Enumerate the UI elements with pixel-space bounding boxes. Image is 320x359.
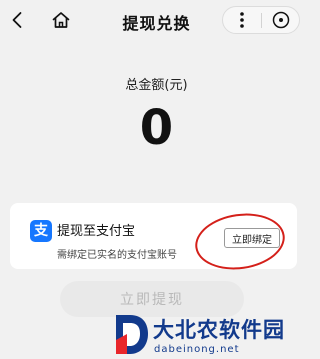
top-navigation-bar: 提现兑换: [0, 0, 313, 42]
mini-program-capsule: [222, 6, 300, 34]
alipay-logo-char: 支: [34, 223, 48, 239]
close-circle-icon: [272, 11, 290, 29]
total-amount-label: 总金额(元): [125, 78, 188, 93]
watermark-site-url: dabeinong.net: [154, 344, 240, 355]
site-watermark: 大北农软件园 dabeinong.net: [113, 312, 313, 359]
withdraw-method-hint: 需绑定已实名的支付宝账号: [57, 250, 177, 261]
total-amount-value: 0: [139, 100, 174, 156]
more-vertical-icon: [240, 12, 244, 28]
watermark-logo-icon: [116, 315, 148, 354]
watermark-site-name: 大北农软件园: [153, 318, 285, 342]
alipay-icon: 支: [30, 220, 52, 242]
withdraw-method-title: 提现至支付宝: [57, 224, 136, 239]
more-button[interactable]: [223, 7, 261, 33]
close-button[interactable]: [262, 7, 300, 33]
